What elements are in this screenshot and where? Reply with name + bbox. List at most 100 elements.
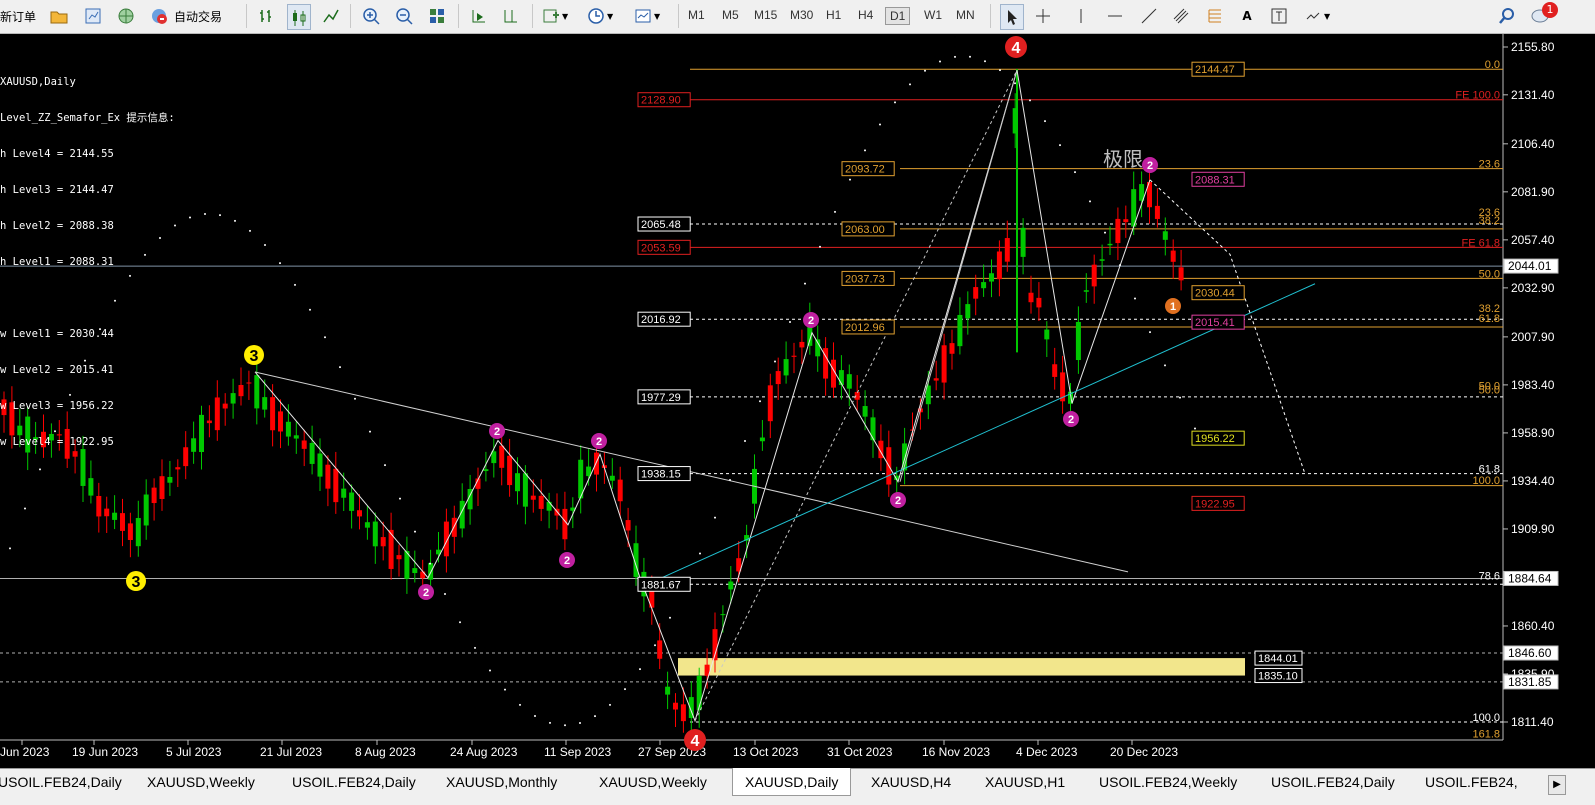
fib-level-label: 0.0 xyxy=(1485,59,1500,71)
notifications-button[interactable]: 1 xyxy=(1530,2,1558,28)
tab-xauusd-h4[interactable]: XAUUSD,H4 xyxy=(871,774,951,790)
candle-body xyxy=(965,304,971,319)
candle-body xyxy=(507,455,513,486)
tab-xauusd-weekly-2[interactable]: XAUUSD,Weekly xyxy=(599,774,707,790)
sar-dot xyxy=(654,644,656,647)
fib-level-label: 161.8 xyxy=(1472,728,1500,740)
candlestick-button[interactable] xyxy=(287,4,311,30)
timeframe-mn[interactable]: MN xyxy=(952,7,979,23)
auto-scroll-icon xyxy=(468,5,490,27)
sar-dot xyxy=(234,219,236,222)
text-tool-button[interactable]: A xyxy=(1236,4,1258,28)
chevron-down-icon: ▼ xyxy=(654,11,661,21)
horizontal-line-button[interactable] xyxy=(1104,4,1126,28)
zoom-in-button[interactable] xyxy=(360,4,382,28)
high-level-4: h Level4 = 2144.55 xyxy=(0,148,114,160)
price-axis-label: 2155.80 xyxy=(1511,40,1555,54)
candle-body xyxy=(720,614,726,616)
auto-scroll-button[interactable] xyxy=(468,4,490,28)
new-order-button[interactable]: 新订单 xyxy=(0,4,36,28)
candle-body xyxy=(1083,290,1089,292)
candle-body xyxy=(175,467,181,470)
trendline-button[interactable] xyxy=(1138,4,1160,28)
equidistant-channel-button[interactable] xyxy=(1170,4,1192,28)
candle-body xyxy=(680,704,686,722)
timeframe-h4[interactable]: H4 xyxy=(854,7,877,23)
data-window-button[interactable] xyxy=(82,4,104,28)
templates-button[interactable]: ▼ xyxy=(632,4,660,28)
level-label-left: 2128.90 xyxy=(641,95,681,107)
crosshair-tool-button[interactable] xyxy=(1032,4,1054,28)
candle-body xyxy=(333,468,339,503)
line-chart-button[interactable] xyxy=(320,4,342,28)
tile-windows-button[interactable] xyxy=(426,4,448,28)
candle-body xyxy=(1020,227,1026,257)
timeframe-h1[interactable]: H1 xyxy=(822,7,845,23)
timeframe-m5[interactable]: M5 xyxy=(718,7,743,23)
price-axis-label: 2032.90 xyxy=(1511,281,1555,295)
indicators-button[interactable]: ▼ xyxy=(540,4,568,28)
horizontal-line-icon xyxy=(1104,5,1126,27)
tab-xauusd-h1[interactable]: XAUUSD,H1 xyxy=(985,774,1065,790)
sar-dot xyxy=(729,478,731,481)
market-watch-button[interactable] xyxy=(48,4,70,28)
timeframe-w1[interactable]: W1 xyxy=(920,7,946,23)
tab-usoil-feb24-truncated[interactable]: USOIL.FEB24, xyxy=(1425,774,1518,790)
sar-dot xyxy=(1059,144,1061,147)
sar-dot xyxy=(1179,396,1181,399)
navigator-button[interactable] xyxy=(115,4,137,28)
tabs-scroll-right-icon[interactable]: ▶ xyxy=(1548,775,1566,795)
cursor-tool-button[interactable] xyxy=(1000,4,1024,30)
candle-body xyxy=(380,537,386,547)
sar-dot xyxy=(1044,120,1046,123)
timeframe-m15[interactable]: M15 xyxy=(750,7,781,23)
chart-shift-button[interactable] xyxy=(500,4,522,28)
candle-body xyxy=(1154,205,1160,219)
text-icon: A xyxy=(1242,9,1252,23)
candle-body xyxy=(143,494,149,526)
sar-dot xyxy=(609,703,611,706)
demand-zone-box xyxy=(678,658,1245,676)
timeframe-m1[interactable]: M1 xyxy=(684,7,709,23)
timeframe-m30[interactable]: M30 xyxy=(786,7,817,23)
fibonacci-button[interactable] xyxy=(1204,4,1226,28)
tab-usoil-feb24-weekly[interactable]: USOIL.FEB24,Weekly xyxy=(1099,774,1237,790)
timeframe-d1[interactable]: D1 xyxy=(885,7,911,25)
date-axis-label: 24 Aug 2023 xyxy=(450,745,518,759)
sar-dot xyxy=(789,321,791,324)
globe-icon xyxy=(115,5,137,27)
tab-xauusd-daily[interactable]: XAUUSD,Daily xyxy=(732,768,852,796)
candle-body xyxy=(1052,364,1058,377)
semafor-mark-label: 2 xyxy=(1147,160,1153,172)
candle-body xyxy=(1028,292,1034,303)
zoom-out-icon xyxy=(393,5,415,27)
text-label-button[interactable] xyxy=(1268,4,1290,28)
tab-xauusd-weekly[interactable]: XAUUSD,Weekly xyxy=(147,774,255,790)
candle-body xyxy=(309,442,315,464)
zoom-out-button[interactable] xyxy=(393,4,415,28)
tab-usoil-feb24-daily-2[interactable]: USOIL.FEB24,Daily xyxy=(292,774,416,790)
auto-trading-button[interactable]: 自动交易 xyxy=(148,4,222,28)
price-chart[interactable]: 2155.80 2131.40 2106.40 2081.90 2057.40 2032.… xyxy=(0,34,1595,759)
candle-body xyxy=(625,520,631,531)
tab-usoil-feb24-daily[interactable]: USOIL.FEB24,Daily xyxy=(0,774,122,790)
tab-usoil-feb24-daily-3[interactable]: USOIL.FEB24,Daily xyxy=(1271,774,1395,790)
price-axis-label: 1860.40 xyxy=(1511,619,1555,633)
candle-body xyxy=(499,445,505,468)
tab-xauusd-monthly[interactable]: XAUUSD,Monthly xyxy=(446,774,557,790)
level-label-mid: 2012.96 xyxy=(845,322,885,334)
bar-chart-button[interactable] xyxy=(256,4,278,28)
candle-body xyxy=(973,287,979,299)
level-label-left: 1938.15 xyxy=(641,469,681,481)
arrows-button[interactable]: ▼ xyxy=(1302,4,1330,28)
candle-body xyxy=(546,501,552,511)
candle-body xyxy=(617,479,623,502)
hline-price-label: 1846.60 xyxy=(1508,646,1552,660)
candle-body xyxy=(759,437,765,442)
vertical-line-button[interactable] xyxy=(1070,4,1092,28)
sar-dot xyxy=(954,55,956,58)
candle-body xyxy=(949,343,955,354)
fib-level-label: 61.8 xyxy=(1479,313,1500,325)
periods-button[interactable]: ▼ xyxy=(585,4,613,28)
search-button[interactable] xyxy=(1496,4,1518,28)
